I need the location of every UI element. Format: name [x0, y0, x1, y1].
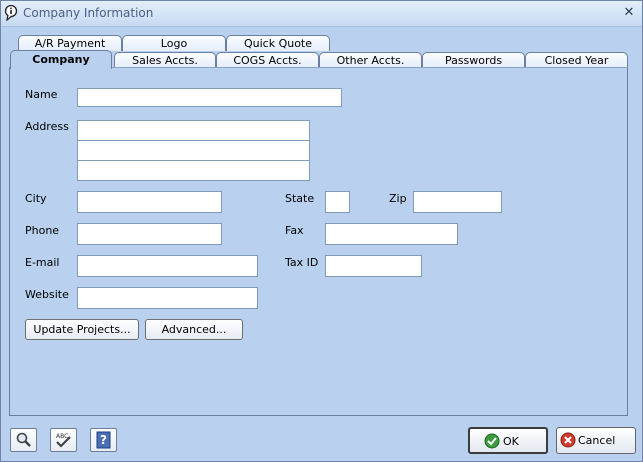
city-field[interactable] — [77, 191, 222, 213]
close-button[interactable]: ✕ — [620, 4, 638, 22]
search-icon — [16, 432, 31, 447]
ok-button[interactable]: OK — [468, 427, 548, 454]
email-field[interactable] — [77, 255, 258, 277]
taxid-label: Tax ID — [285, 256, 319, 269]
tab-company[interactable]: Company — [10, 50, 112, 69]
spellcheck-button[interactable]: ABC — [50, 428, 77, 452]
company-tab-panel: Name Address City State Zip Phone Fax E-… — [9, 67, 628, 416]
tab-quick-quote[interactable]: Quick Quote — [226, 35, 330, 51]
tab-passwords[interactable]: Passwords — [422, 52, 525, 68]
ok-check-icon — [484, 433, 500, 449]
help-icon: ? — [96, 431, 111, 449]
cancel-label: Cancel — [578, 434, 616, 447]
zip-label: Zip — [389, 192, 407, 205]
close-icon: ✕ — [623, 5, 635, 20]
address-line-3-field[interactable] — [77, 160, 310, 181]
search-button[interactable] — [10, 428, 37, 452]
cancel-icon — [560, 432, 576, 448]
app-info-icon — [4, 5, 18, 21]
address-label: Address — [25, 120, 69, 133]
tab-sales-accts[interactable]: Sales Accts. — [114, 52, 216, 68]
advanced-button[interactable]: Advanced... — [145, 319, 243, 340]
email-label: E-mail — [25, 256, 60, 269]
cancel-button[interactable]: Cancel — [556, 427, 636, 454]
tab-cogs-accts[interactable]: COGS Accts. — [216, 52, 319, 68]
title-bar: Company Information ✕ — [1, 1, 642, 27]
help-button[interactable]: ? — [90, 428, 117, 452]
update-projects-button[interactable]: Update Projects... — [25, 319, 139, 340]
tab-logo[interactable]: Logo — [122, 35, 226, 51]
tab-ar-payment[interactable]: A/R Payment — [18, 35, 122, 51]
website-field[interactable] — [77, 287, 258, 309]
zip-field[interactable] — [413, 191, 502, 213]
website-label: Website — [25, 288, 69, 301]
phone-label: Phone — [25, 224, 60, 237]
name-field[interactable] — [77, 88, 342, 107]
tab-other-accts[interactable]: Other Accts. — [319, 52, 422, 68]
address-line-1-field[interactable] — [77, 120, 310, 141]
window-title: Company Information — [23, 6, 154, 20]
state-field[interactable] — [325, 191, 350, 213]
svg-text:ABC: ABC — [56, 433, 68, 440]
company-information-window: Company Information ✕ A/R Payment Logo Q… — [0, 0, 643, 462]
spellcheck-icon: ABC — [56, 433, 71, 448]
state-label: State — [285, 192, 315, 205]
address-line-2-field[interactable] — [77, 140, 310, 161]
fax-label: Fax — [285, 224, 304, 237]
ok-label: OK — [503, 435, 519, 448]
phone-field[interactable] — [77, 223, 222, 245]
tab-closed-year[interactable]: Closed Year — [525, 52, 628, 68]
name-label: Name — [25, 88, 58, 101]
city-label: City — [25, 192, 47, 205]
svg-text:?: ? — [100, 433, 107, 447]
fax-field[interactable] — [325, 223, 458, 245]
taxid-field[interactable] — [325, 255, 422, 277]
